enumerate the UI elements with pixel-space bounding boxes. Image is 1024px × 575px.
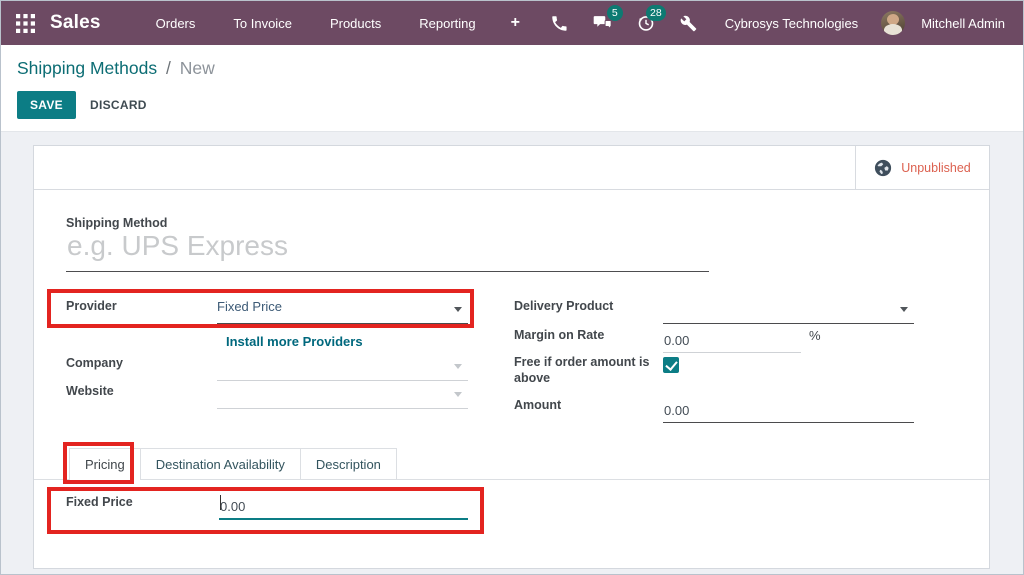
tab-description[interactable]: Description (299, 448, 397, 479)
messages-icon[interactable]: 5 (586, 5, 623, 38)
notebook-tabs: Pricing Destination Availability Descrip… (34, 448, 989, 480)
control-panel: Shipping Methods / New SAVE DISCARD (1, 45, 1023, 132)
margin-on-rate-field (663, 324, 801, 353)
website-publish-button[interactable]: Unpublished (855, 146, 989, 189)
shipping-method-label: Shipping Method (66, 216, 168, 230)
dropdown-caret-icon (454, 307, 462, 312)
dropdown-caret-icon (454, 392, 462, 397)
margin-on-rate-input[interactable] (663, 324, 799, 352)
tab-destination-availability[interactable]: Destination Availability (139, 448, 301, 479)
margin-on-rate-label: Margin on Rate (514, 328, 605, 342)
fixed-price-row: Fixed Price (66, 491, 468, 520)
activities-badge: 28 (646, 5, 666, 21)
phone-icon (552, 15, 567, 31)
apps-menu-icon[interactable] (15, 13, 35, 33)
company-select[interactable] (217, 352, 468, 381)
dropdown-caret-icon (454, 364, 462, 369)
company-switcher[interactable]: Cybrosys Technologies (715, 16, 872, 31)
provider-label: Provider (66, 299, 117, 313)
amount-row: Amount (514, 394, 914, 423)
fixed-price-input[interactable] (219, 491, 466, 518)
fixed-price-field (219, 491, 468, 520)
website-row: Website (66, 380, 468, 409)
top-navbar: Sales Orders To Invoice Products Reporti… (1, 1, 1023, 45)
dropdown-caret-icon (900, 307, 908, 312)
status-button-strip: Unpublished (34, 146, 989, 190)
delivery-product-row: Delivery Product (514, 295, 914, 324)
wrench-icon (680, 15, 697, 31)
tools-icon[interactable] (672, 8, 706, 38)
percent-suffix: % (809, 328, 821, 343)
fixed-price-label: Fixed Price (66, 495, 133, 509)
control-panel-buttons: SAVE DISCARD (17, 91, 1007, 119)
amount-label: Amount (514, 398, 562, 412)
messages-badge: 5 (606, 5, 623, 21)
navbar-right: 5 28 Cybrosys Technologies Mitchell Admi… (543, 5, 1009, 38)
menu-to-invoice[interactable]: To Invoice (214, 3, 311, 44)
breadcrumb: Shipping Methods / New (17, 58, 1007, 79)
website-select[interactable] (217, 380, 468, 409)
grid-icon (15, 13, 35, 33)
provider-value: Fixed Price (217, 299, 283, 314)
text-cursor (220, 495, 221, 510)
menu-plus-icon[interactable]: + (495, 4, 536, 42)
company-row: Company (66, 352, 468, 381)
margin-on-rate-row: Margin on Rate % (514, 324, 821, 353)
menu-products[interactable]: Products (311, 3, 400, 44)
save-button[interactable]: SAVE (17, 91, 76, 119)
delivery-product-select[interactable] (663, 295, 914, 324)
provider-select[interactable]: Fixed Price (217, 295, 468, 324)
tab-pricing[interactable]: Pricing (69, 448, 141, 480)
user-avatar[interactable] (881, 11, 906, 35)
company-label: Company (66, 356, 123, 370)
user-menu[interactable]: Mitchell Admin (914, 16, 1009, 31)
shipping-method-input[interactable] (66, 230, 709, 272)
form-view-background: Unpublished Shipping Method Provider Fix… (1, 132, 1023, 574)
voip-phone-icon[interactable] (543, 8, 577, 38)
activities-icon[interactable]: 28 (629, 5, 666, 38)
menu-reporting[interactable]: Reporting (400, 3, 494, 44)
install-more-providers-link[interactable]: Install more Providers (226, 334, 363, 349)
form-sheet: Unpublished Shipping Method Provider Fix… (33, 145, 990, 569)
globe-icon (875, 159, 892, 176)
delivery-product-label: Delivery Product (514, 299, 614, 313)
app-name[interactable]: Sales (50, 12, 101, 34)
discard-button[interactable]: DISCARD (76, 91, 161, 119)
publish-status-label: Unpublished (901, 160, 971, 175)
navbar-left: Sales Orders To Invoice Products Reporti… (15, 3, 536, 44)
website-label: Website (66, 384, 114, 398)
amount-field (663, 394, 914, 423)
free-if-order-label: Free if order amount is above (514, 355, 650, 386)
amount-input[interactable] (663, 394, 912, 422)
free-if-order-row: Free if order amount is above (514, 351, 679, 397)
breadcrumb-shipping-methods[interactable]: Shipping Methods (17, 58, 157, 78)
provider-row: Provider Fixed Price (66, 295, 468, 324)
menu-orders[interactable]: Orders (137, 3, 215, 44)
app-window: Sales Orders To Invoice Products Reporti… (0, 0, 1024, 575)
free-over-checkbox[interactable] (663, 357, 679, 373)
breadcrumb-new: New (179, 58, 215, 78)
breadcrumb-separator: / (165, 58, 171, 78)
